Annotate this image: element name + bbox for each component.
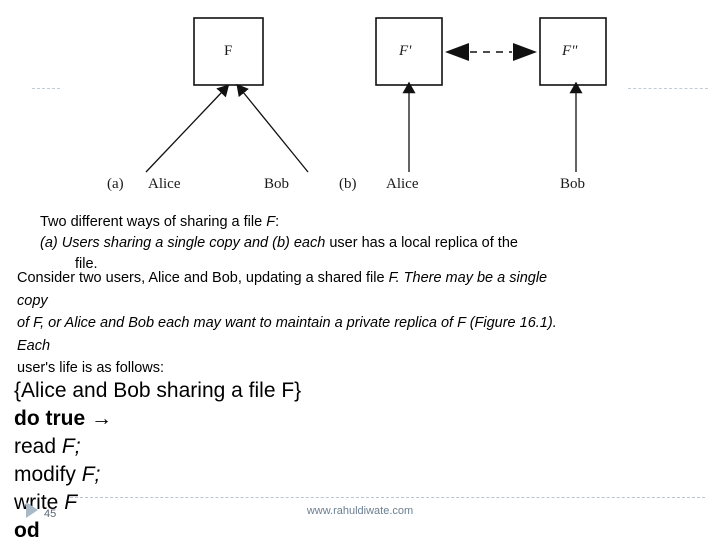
edge-dash-right <box>628 88 708 89</box>
body-line-2: copy <box>17 292 48 309</box>
body-line-1: Consider two users, Alice and Bob, updat… <box>17 267 707 290</box>
body-line-1-var: F. <box>388 270 400 286</box>
edge-dash-left <box>32 88 60 89</box>
code-keyword-do-true: do true <box>14 407 86 430</box>
arrow-bob-to-shared <box>236 83 309 173</box>
footer-website: www.rahuldiwate.com <box>306 505 414 517</box>
caption-line-1-var: F <box>266 214 276 230</box>
actor-label-a-bob: Bob <box>264 176 290 192</box>
sync-arrowhead-right <box>513 43 537 61</box>
caption-line-2: (a) Users sharing a single copy and (b) … <box>40 233 680 254</box>
actor-label-b-bob: Bob <box>560 176 586 192</box>
caption-line-2-plain: user has a local replica of the <box>325 235 518 251</box>
pseudocode-block: {Alice and Bob sharing a file F} do true… <box>14 377 514 545</box>
figure-caption: Two different ways of sharing a file F: … <box>40 212 680 272</box>
body-paragraph: Consider two users, Alice and Bob, updat… <box>17 267 707 380</box>
box-letter-f-prime: F' <box>399 43 412 59</box>
body-line-1-italic: There may be a single <box>399 270 548 286</box>
body-line-4: Each <box>17 337 51 354</box>
figure-svg <box>145 17 607 173</box>
caption-line-1: Two different ways of sharing a file F: <box>40 212 680 233</box>
code-line-read: read F; <box>14 433 514 461</box>
file-sharing-figure: F F' F" (a) Alice Bob (b) Alice Bob <box>0 0 720 205</box>
figure-label-b: (b) <box>339 176 357 192</box>
code-line-modify: modify F; <box>14 461 514 489</box>
footer-divider <box>70 497 705 498</box>
box-letter-f-double-prime: F" <box>562 43 578 59</box>
caption-line-1-post: : <box>275 214 280 230</box>
body-line-3: of F, or Alice and Bob each may want to … <box>17 315 557 331</box>
code-op-modify: modify <box>14 463 82 486</box>
code-op-read: read <box>14 435 62 458</box>
code-arrow-glyph: → <box>85 407 113 430</box>
sync-arrowhead-left <box>445 43 469 61</box>
code-line-do-true: do true → <box>14 405 514 433</box>
code-var-read: F; <box>61 435 81 458</box>
arrow-alice-to-shared <box>145 84 230 173</box>
caption-line-1-pre: Two different ways of sharing a file <box>40 214 267 230</box>
box-letter-f: F <box>224 43 233 59</box>
actor-label-b-alice: Alice <box>386 176 419 192</box>
actor-label-a-alice: Alice <box>148 176 181 192</box>
code-keyword-od: od <box>14 519 40 542</box>
body-line-1-plain: Consider two users, Alice and Bob, updat… <box>17 270 389 286</box>
code-var-modify: F; <box>81 463 101 486</box>
figure-label-a: (a) <box>107 176 124 192</box>
code-line-assertion: {Alice and Bob sharing a file F} <box>14 379 302 402</box>
caption-line-2-italic: (a) Users sharing a single copy and (b) … <box>40 235 326 251</box>
